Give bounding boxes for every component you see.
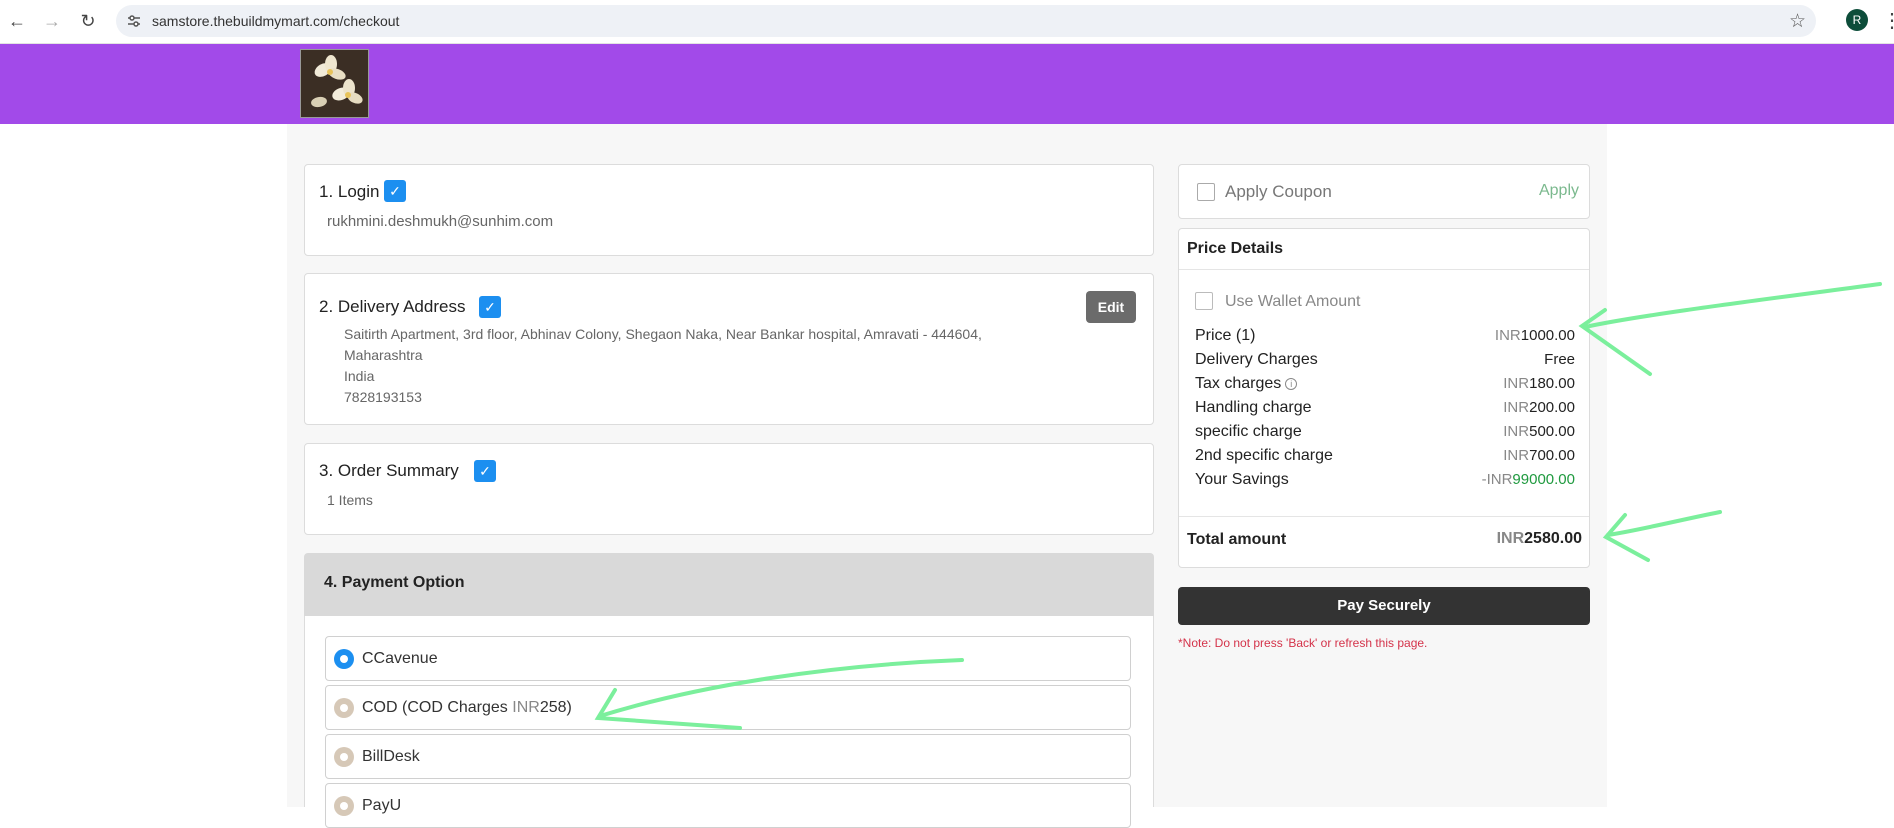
- order-step-title: 3. Order Summary: [319, 461, 459, 480]
- price-value: INR1000.00: [1494, 327, 1575, 344]
- price-row: Price (1) INR1000.00: [1195, 327, 1575, 349]
- payment-option-label: BillDesk: [362, 748, 420, 765]
- order-check-icon: ✓: [474, 460, 496, 482]
- delivery-step-title: 2. Delivery Address: [319, 297, 466, 316]
- payment-option-label: COD (COD Charges INR258): [362, 699, 572, 716]
- forward-arrow-icon[interactable]: →: [40, 9, 64, 33]
- savings-value: -INR99000.00: [1481, 471, 1575, 488]
- payment-option-label: CCavenue: [362, 650, 438, 667]
- delivery-charges-label: Delivery Charges: [1195, 351, 1318, 368]
- url-text: samstore.thebuildmymart.com/checkout: [152, 13, 400, 29]
- browser-menu-icon[interactable]: ⋮: [1882, 8, 1894, 33]
- total-amount-value: INR2580.00: [1496, 530, 1582, 547]
- reload-icon[interactable]: ↻: [76, 9, 100, 33]
- radio-icon[interactable]: [334, 649, 354, 669]
- radio-icon[interactable]: [334, 796, 354, 816]
- address-bar[interactable]: samstore.thebuildmymart.com/checkout ☆: [116, 5, 1816, 37]
- specific-charge-label: specific charge: [1195, 423, 1302, 440]
- handling-charge-row: Handling charge INR200.00: [1195, 399, 1575, 421]
- wallet-label: Use Wallet Amount: [1225, 293, 1361, 310]
- second-specific-charge-value: INR700.00: [1503, 447, 1575, 464]
- login-card: 1. Login ✓ rukhmini.deshmukh@sunhim.com: [304, 164, 1154, 256]
- login-check-icon: ✓: [384, 180, 406, 202]
- savings-label: Your Savings: [1195, 471, 1289, 488]
- site-settings-icon[interactable]: [126, 13, 142, 29]
- profile-avatar[interactable]: R: [1846, 9, 1868, 31]
- info-icon[interactable]: i: [1285, 377, 1298, 390]
- edit-address-button[interactable]: Edit: [1086, 291, 1136, 323]
- refresh-warning-note: *Note: Do not press 'Back' or refresh th…: [1178, 636, 1428, 650]
- order-summary-card: 3. Order Summary ✓ 1 Items: [304, 443, 1154, 535]
- payment-step-title: 4. Payment Option: [324, 574, 465, 591]
- total-amount-label: Total amount: [1187, 531, 1287, 548]
- delivery-charges-row: Delivery Charges Free: [1195, 351, 1575, 373]
- coupon-label: Apply Coupon: [1225, 182, 1332, 201]
- browser-toolbar: ← → ↻ samstore.thebuildmymart.com/checko…: [0, 0, 1894, 44]
- store-logo[interactable]: [300, 49, 369, 118]
- radio-icon[interactable]: [334, 698, 354, 718]
- price-arrow: [1583, 282, 1882, 329]
- price-details-card: Price Details Use Wallet Amount Price (1…: [1178, 228, 1590, 568]
- pay-securely-button[interactable]: Pay Securely: [1178, 587, 1590, 625]
- wallet-checkbox[interactable]: [1195, 292, 1213, 310]
- tax-charges-row: Tax charges i INR180.00: [1195, 375, 1575, 397]
- address-line-2: Maharashtra: [344, 347, 423, 363]
- delivery-charges-value: Free: [1544, 351, 1575, 368]
- payment-options: CCavenue COD (COD Charges INR258) BillDe…: [304, 616, 1154, 828]
- tax-charges-value: INR180.00: [1503, 375, 1575, 392]
- payment-option-cod[interactable]: COD (COD Charges INR258): [325, 685, 1131, 730]
- handling-charge-label: Handling charge: [1195, 399, 1312, 416]
- divider: [1179, 516, 1589, 517]
- apply-coupon-button[interactable]: Apply: [1539, 182, 1579, 200]
- payment-header: 4. Payment Option: [304, 553, 1154, 616]
- address-line-1: Saitirth Apartment, 3rd floor, Abhinav C…: [344, 326, 982, 342]
- second-specific-charge-row: 2nd specific charge INR700.00: [1195, 447, 1575, 469]
- tax-charges-label: Tax charges i: [1195, 375, 1298, 393]
- order-item-count: 1 Items: [327, 492, 373, 508]
- radio-icon[interactable]: [334, 747, 354, 767]
- total-arrow: [1606, 510, 1722, 537]
- specific-charge-row: specific charge INR500.00: [1195, 423, 1575, 445]
- address-phone: 7828193153: [344, 389, 422, 405]
- address-country: India: [344, 368, 375, 384]
- price-label: Price (1): [1195, 327, 1256, 344]
- divider: [1179, 269, 1589, 270]
- specific-charge-value: INR500.00: [1503, 423, 1575, 440]
- payment-option-ccavenue[interactable]: CCavenue: [325, 636, 1131, 681]
- handling-charge-value: INR200.00: [1503, 399, 1575, 416]
- savings-row: Your Savings -INR99000.00: [1195, 471, 1575, 493]
- price-details-title: Price Details: [1187, 240, 1284, 257]
- login-step-title: 1. Login: [319, 182, 380, 201]
- login-email: rukhmini.deshmukh@sunhim.com: [327, 213, 554, 230]
- coupon-card: Apply Coupon Apply: [1178, 164, 1590, 219]
- site-header: [0, 44, 1894, 124]
- bookmark-star-icon[interactable]: ☆: [1789, 10, 1806, 33]
- payment-option-payu[interactable]: PayU: [325, 783, 1131, 828]
- coupon-icon: [1197, 183, 1215, 201]
- total-arrow-head: [1602, 513, 1650, 562]
- payment-option-label: PayU: [362, 797, 402, 814]
- delivery-card: 2. Delivery Address ✓ Saitirth Apartment…: [304, 273, 1154, 425]
- delivery-check-icon: ✓: [479, 296, 501, 318]
- second-specific-charge-label: 2nd specific charge: [1195, 447, 1333, 464]
- payment-option-billdesk[interactable]: BillDesk: [325, 734, 1131, 779]
- back-arrow-icon[interactable]: ←: [5, 9, 29, 33]
